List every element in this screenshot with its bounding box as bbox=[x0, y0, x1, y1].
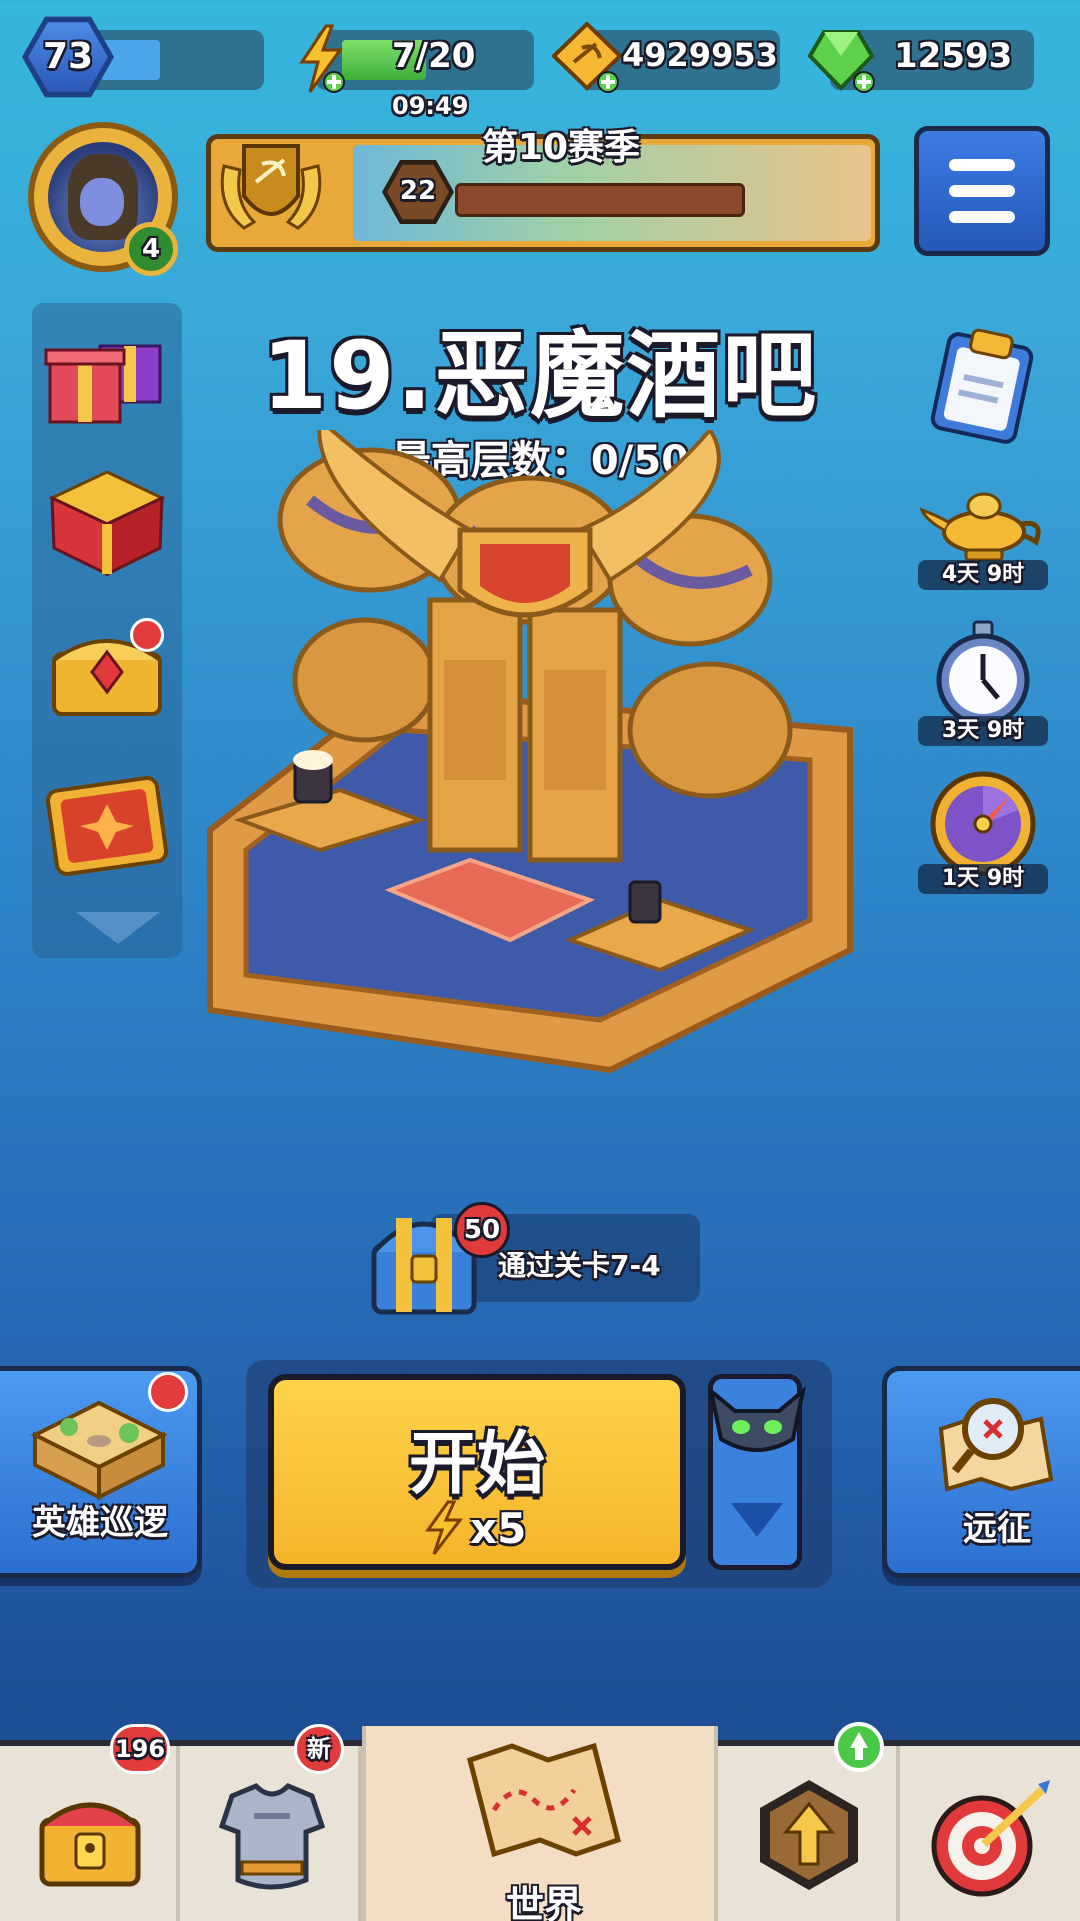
chest-count-badge: 196 bbox=[110, 1724, 170, 1774]
locked-chest-icon bbox=[39, 1802, 141, 1887]
quest-clipboard-button[interactable] bbox=[918, 318, 1048, 448]
lucky-wheel-button[interactable] bbox=[918, 766, 1048, 877]
gem-count: 12593 bbox=[894, 36, 1013, 76]
energy-cost-icon bbox=[425, 1500, 464, 1555]
hero-level: 4 bbox=[141, 234, 161, 264]
demon-mask-icon bbox=[707, 1385, 807, 1452]
expedition-button[interactable]: 远征 bbox=[882, 1366, 1080, 1578]
gift-box-button[interactable] bbox=[44, 468, 170, 588]
chest-notification-dot bbox=[130, 618, 164, 652]
difficulty-selector[interactable] bbox=[707, 1374, 807, 1570]
stage-title: 19.恶魔酒吧 bbox=[261, 322, 819, 431]
armor-icon bbox=[218, 1783, 326, 1890]
player-level: 73 bbox=[42, 36, 94, 77]
gold-count: 4929953 bbox=[622, 36, 778, 74]
menu-button[interactable] bbox=[914, 126, 1050, 256]
arrow-down-icon bbox=[731, 1503, 783, 1537]
ticket-icon bbox=[45, 776, 169, 876]
lamp-timer: 4天 9时 bbox=[918, 560, 1048, 590]
gift-icon bbox=[48, 470, 166, 577]
upgrade-available-icon bbox=[834, 1722, 884, 1772]
energy-count: 7/20 bbox=[392, 36, 476, 76]
lightning-icon bbox=[296, 24, 346, 94]
wheel-icon bbox=[930, 771, 1036, 877]
event-ticket-button[interactable] bbox=[44, 770, 170, 890]
stopwatch-timer: 3天 9时 bbox=[918, 716, 1048, 746]
stopwatch-button[interactable] bbox=[918, 618, 1048, 728]
magic-lamp-button[interactable] bbox=[918, 470, 1048, 570]
panel-scroll-down-icon[interactable] bbox=[76, 912, 160, 944]
demon-bar-stage-illustration[interactable] bbox=[190, 416, 870, 1090]
magic-lamp-icon bbox=[919, 492, 1041, 562]
gear-new-badge: 新 bbox=[294, 1724, 344, 1774]
patrol-notification-dot bbox=[148, 1372, 188, 1412]
start-cost: x5 bbox=[470, 1504, 527, 1553]
tab-world[interactable]: 世界 bbox=[362, 1726, 718, 1921]
gold-icon bbox=[551, 21, 623, 94]
hero-level-badge: 4 bbox=[124, 222, 178, 276]
start-button[interactable]: 开始 x5 bbox=[268, 1374, 686, 1570]
world-map-icon bbox=[467, 1742, 621, 1858]
world-label: 世界 bbox=[505, 1883, 582, 1921]
gem-icon bbox=[806, 26, 876, 94]
energy-timer: 09:49 bbox=[392, 92, 469, 120]
tab-upgrade[interactable] bbox=[718, 1746, 900, 1921]
island-icon bbox=[30, 1400, 168, 1501]
upgrade-arrow-icon bbox=[760, 1780, 858, 1890]
gift-boxes-icon bbox=[44, 344, 162, 424]
gift-pack-button[interactable] bbox=[44, 322, 170, 442]
tab-talents[interactable] bbox=[900, 1746, 1080, 1921]
season-title: 第10赛季 bbox=[482, 127, 641, 168]
tab-equipment[interactable] bbox=[180, 1746, 362, 1921]
clipboard-icon bbox=[930, 328, 1034, 444]
season-rank: 22 bbox=[399, 176, 437, 206]
start-label: 开始 bbox=[408, 1425, 545, 1504]
wheel-timer: 1天 9时 bbox=[918, 864, 1048, 894]
hero-patrol-label: 英雄巡逻 bbox=[32, 1503, 168, 1543]
reward-hint-text: 通过关卡7-4 bbox=[498, 1249, 661, 1282]
expedition-label: 远征 bbox=[963, 1509, 1031, 1549]
treasure-map-icon bbox=[938, 1398, 1054, 1492]
season-emblem-icon bbox=[214, 136, 328, 246]
stopwatch-icon bbox=[936, 620, 1030, 727]
target-arrow-icon bbox=[931, 1780, 1050, 1897]
